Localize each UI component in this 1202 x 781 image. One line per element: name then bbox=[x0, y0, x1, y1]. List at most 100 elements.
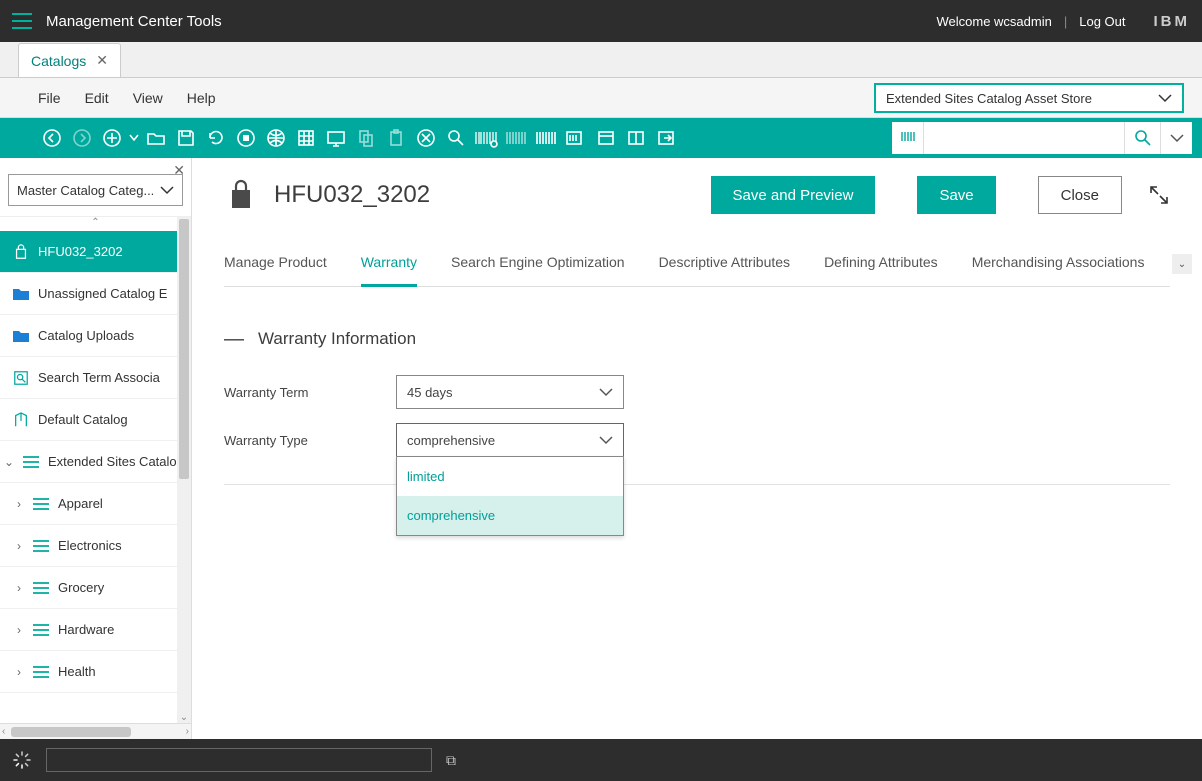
store-selector[interactable]: Extended Sites Catalog Asset Store bbox=[874, 83, 1184, 113]
tree-label: Extended Sites Catalo bbox=[48, 454, 177, 469]
left-panel: ✕ Master Catalog Categ... ⌃ HFU032_3202 … bbox=[0, 158, 192, 739]
collapse-section-icon[interactable]: — bbox=[224, 329, 244, 349]
tree-item-electronics[interactable]: › Electronics bbox=[0, 525, 191, 567]
option-limited[interactable]: limited bbox=[397, 457, 623, 496]
menu-help[interactable]: Help bbox=[187, 90, 216, 106]
tree-item-hardware[interactable]: › Hardware bbox=[0, 609, 191, 651]
tree-item-ext-sites[interactable]: ⌄ Extended Sites Catalo bbox=[0, 441, 191, 483]
catalog-icon bbox=[32, 496, 50, 512]
tree-item-default-cat[interactable]: Default Catalog bbox=[0, 399, 191, 441]
new-icon[interactable] bbox=[98, 124, 126, 152]
tree-item-unassigned[interactable]: Unassigned Catalog E bbox=[0, 273, 191, 315]
expand-icon[interactable]: › bbox=[14, 539, 24, 553]
status-input[interactable] bbox=[46, 748, 432, 772]
barcode3-icon[interactable] bbox=[532, 124, 560, 152]
copy-icon[interactable] bbox=[352, 124, 380, 152]
warranty-term-select[interactable]: 45 days bbox=[396, 375, 624, 409]
tab-manage-product[interactable]: Manage Product bbox=[224, 254, 327, 286]
close-icon[interactable]: ✕ bbox=[173, 162, 185, 179]
close-icon[interactable]: ✕ bbox=[96, 52, 108, 69]
refresh-icon[interactable] bbox=[202, 124, 230, 152]
tree-item-search-assoc[interactable]: Search Term Associa bbox=[0, 357, 191, 399]
open-icon[interactable] bbox=[142, 124, 170, 152]
bag-icon bbox=[12, 244, 30, 260]
section-divider bbox=[224, 484, 1170, 485]
layout2-icon[interactable] bbox=[622, 124, 650, 152]
grid-icon[interactable] bbox=[292, 124, 320, 152]
globe-icon[interactable] bbox=[262, 124, 290, 152]
close-button[interactable]: Close bbox=[1038, 176, 1122, 214]
scroll-up-icon[interactable]: ⌃ bbox=[0, 217, 191, 228]
left-filter-select[interactable]: Master Catalog Categ... bbox=[8, 174, 183, 206]
search-input[interactable] bbox=[924, 122, 1124, 154]
tab-descriptive-attrs[interactable]: Descriptive Attributes bbox=[659, 254, 791, 286]
save-icon[interactable] bbox=[172, 124, 200, 152]
toolbar-search bbox=[892, 122, 1192, 154]
expand-icon[interactable]: › bbox=[14, 623, 24, 637]
horizontal-scrollbar[interactable]: ‹ › bbox=[0, 723, 191, 739]
search-options-icon[interactable] bbox=[1160, 122, 1192, 154]
search-assoc-icon bbox=[12, 370, 30, 386]
barcode1-icon[interactable] bbox=[472, 124, 500, 152]
option-comprehensive[interactable]: comprehensive bbox=[397, 496, 623, 535]
tab-defining-attrs[interactable]: Defining Attributes bbox=[824, 254, 938, 286]
tree-item-grocery[interactable]: › Grocery bbox=[0, 567, 191, 609]
section-header: — Warranty Information bbox=[224, 329, 1170, 349]
app-title: Management Center Tools bbox=[46, 13, 936, 30]
collapse-icon[interactable]: ⌄ bbox=[4, 455, 14, 469]
tab-catalogs[interactable]: Catalogs ✕ bbox=[18, 43, 121, 77]
tab-warranty[interactable]: Warranty bbox=[361, 254, 417, 287]
catalog-icon bbox=[22, 454, 40, 470]
tree-item-health[interactable]: › Health bbox=[0, 651, 191, 693]
new-dd-icon[interactable] bbox=[128, 124, 140, 152]
scrollbar-thumb[interactable] bbox=[11, 727, 131, 737]
scroll-right-icon[interactable]: › bbox=[186, 726, 189, 737]
barcode-tag-icon[interactable] bbox=[562, 124, 590, 152]
save-button[interactable]: Save bbox=[917, 176, 995, 214]
tab-seo[interactable]: Search Engine Optimization bbox=[451, 254, 625, 286]
menu-view[interactable]: View bbox=[133, 90, 163, 106]
delete-icon[interactable] bbox=[412, 124, 440, 152]
folder-icon bbox=[12, 328, 30, 344]
layout1-icon[interactable] bbox=[592, 124, 620, 152]
export-icon[interactable] bbox=[652, 124, 680, 152]
find-icon[interactable] bbox=[442, 124, 470, 152]
tree-item-product[interactable]: HFU032_3202 bbox=[0, 231, 191, 273]
tree-label: Unassigned Catalog E bbox=[38, 286, 167, 301]
tabs-overflow-icon[interactable]: ⌄ bbox=[1172, 254, 1192, 274]
logout-link[interactable]: Log Out bbox=[1079, 14, 1125, 29]
warranty-type-value: comprehensive bbox=[407, 433, 495, 448]
scroll-down-icon[interactable]: ⌄ bbox=[177, 712, 191, 723]
stop-icon[interactable] bbox=[232, 124, 260, 152]
menu-edit[interactable]: Edit bbox=[85, 90, 109, 106]
scrollbar-thumb[interactable] bbox=[179, 219, 189, 479]
tree-label: Apparel bbox=[58, 496, 103, 511]
menu-file[interactable]: File bbox=[38, 90, 61, 106]
warranty-type-select[interactable]: comprehensive bbox=[396, 423, 624, 457]
tree-item-apparel[interactable]: › Apparel bbox=[0, 483, 191, 525]
status-bar: ⧉ bbox=[0, 739, 1202, 781]
default-catalog-icon bbox=[12, 412, 30, 428]
back-icon[interactable] bbox=[38, 124, 66, 152]
fullscreen-icon[interactable] bbox=[1148, 184, 1170, 206]
warranty-term-value: 45 days bbox=[407, 385, 453, 400]
chevron-down-icon bbox=[1158, 93, 1172, 103]
toolbar bbox=[0, 118, 1202, 158]
warranty-type-dropdown: limited comprehensive bbox=[396, 456, 624, 536]
preview-icon[interactable] bbox=[322, 124, 350, 152]
tab-merch-assoc[interactable]: Merchandising Associations bbox=[972, 254, 1145, 286]
tree-item-uploads[interactable]: Catalog Uploads bbox=[0, 315, 191, 357]
save-preview-button[interactable]: Save and Preview bbox=[711, 176, 876, 214]
paste-icon[interactable] bbox=[382, 124, 410, 152]
spinner-icon bbox=[12, 750, 32, 770]
scroll-left-icon[interactable]: ‹ bbox=[2, 726, 5, 737]
barcode2-icon[interactable] bbox=[502, 124, 530, 152]
search-icon[interactable] bbox=[1124, 122, 1160, 154]
expand-icon[interactable]: › bbox=[14, 497, 24, 511]
menu-icon[interactable] bbox=[12, 13, 32, 29]
popout-icon[interactable]: ⧉ bbox=[446, 752, 456, 769]
expand-icon[interactable]: › bbox=[14, 581, 24, 595]
vertical-scrollbar[interactable]: ⌄ bbox=[177, 217, 191, 723]
barcode-search-icon[interactable] bbox=[892, 122, 924, 154]
expand-icon[interactable]: › bbox=[14, 665, 24, 679]
